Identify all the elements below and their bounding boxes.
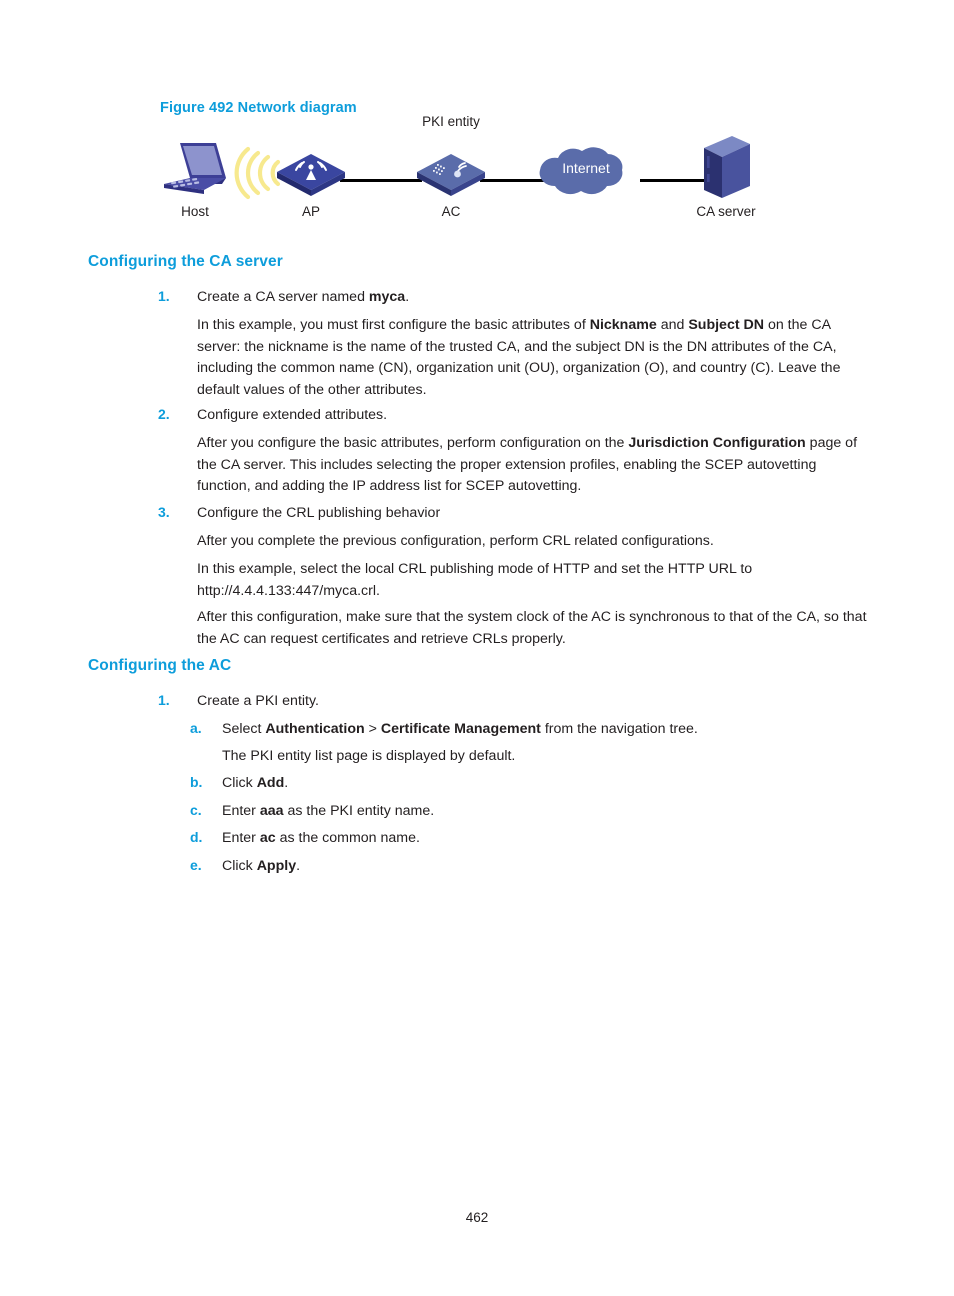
- substep-text: Click Apply.: [222, 858, 301, 874]
- heading-configuring-ac: Configuring the AC: [88, 657, 232, 674]
- step-paragraph: After this configuration, make sure that…: [197, 609, 867, 647]
- substep-marker: c.: [190, 802, 202, 818]
- access-point-icon: [275, 150, 347, 198]
- heading-configuring-ca-server: Configuring the CA server: [88, 253, 283, 270]
- figure-caption: Figure 492 Network diagram: [160, 100, 357, 116]
- step-paragraph: In this example, you must first configur…: [197, 317, 841, 398]
- step-text: Create a PKI entity.: [197, 693, 319, 709]
- substep-text: Click Add.: [222, 775, 289, 791]
- substep-text: Enter aaa as the PKI entity name.: [222, 803, 435, 819]
- node-label-host: Host: [181, 204, 209, 219]
- substep-text: Select Authentication > Certificate Mana…: [222, 721, 698, 737]
- substep-text: Enter ac as the common name.: [222, 830, 420, 846]
- substep-note: The PKI entity list page is displayed by…: [222, 748, 516, 764]
- document-page: Figure 492 Network diagram Host AP PKI e…: [0, 0, 954, 1296]
- step-text: Configure extended attributes.: [197, 407, 388, 423]
- node-label-pki-entity: PKI entity: [422, 114, 480, 129]
- step-marker: 2.: [158, 406, 170, 422]
- ca-server-icon: [698, 134, 752, 200]
- substep-marker: a.: [190, 720, 202, 736]
- internet-cloud-icon: [528, 142, 644, 200]
- node-label-ac: AC: [441, 204, 461, 219]
- substep-marker: e.: [190, 857, 202, 873]
- node-label-ca-server: CA server: [696, 204, 756, 219]
- step-text: Configure the CRL publishing behavior: [197, 505, 441, 521]
- step-paragraph: In this example, select the local CRL pu…: [197, 561, 753, 599]
- node-label-ap: AP: [301, 204, 320, 219]
- step-marker: 1.: [158, 692, 170, 708]
- substep-marker: d.: [190, 829, 203, 845]
- step-paragraph: After you configure the basic attributes…: [197, 435, 858, 494]
- laptop-icon: [160, 140, 230, 202]
- substep-marker: b.: [190, 774, 203, 790]
- link-ap-to-ac: [340, 179, 422, 182]
- step-text: Create a CA server named myca.: [197, 289, 410, 305]
- page-number: 462: [465, 1210, 489, 1225]
- network-diagram: Host AP PKI entity AC Internet CA server: [150, 114, 790, 228]
- step-paragraph: After you complete the previous configur…: [197, 533, 714, 549]
- step-marker: 1.: [158, 288, 170, 304]
- step-marker: 3.: [158, 504, 170, 520]
- access-controller-icon: [415, 150, 487, 198]
